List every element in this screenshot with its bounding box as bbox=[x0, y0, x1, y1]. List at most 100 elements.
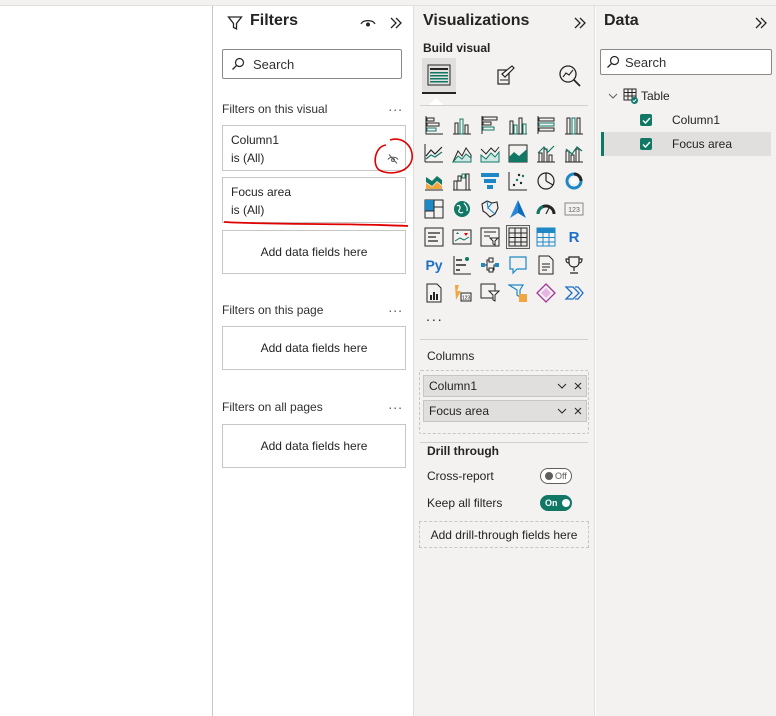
qa-visual-icon[interactable] bbox=[506, 253, 530, 277]
paginated-report-icon[interactable] bbox=[422, 281, 446, 305]
table-name: Table bbox=[641, 89, 670, 103]
visualizations-pane: Visualizations Build visual 123 R Py 123… bbox=[414, 6, 595, 716]
power-automate-flow-icon[interactable] bbox=[562, 281, 586, 305]
close-icon[interactable] bbox=[570, 382, 586, 390]
gauge-icon[interactable] bbox=[534, 197, 558, 221]
svg-text:123: 123 bbox=[462, 296, 471, 302]
100-stacked-bar-chart-icon[interactable] bbox=[534, 113, 558, 137]
goals-trophy-icon[interactable] bbox=[562, 253, 586, 277]
field-label: Column1 bbox=[672, 113, 721, 127]
add-data-fields-all-pages[interactable]: Add data fields here bbox=[222, 424, 406, 468]
checkbox-checked-icon[interactable] bbox=[640, 138, 652, 150]
key-influencers-icon[interactable] bbox=[450, 253, 474, 277]
decomposition-tree-icon[interactable] bbox=[478, 253, 502, 277]
clustered-column-chart-icon[interactable] bbox=[506, 113, 530, 137]
drill-through-label: Drill through bbox=[427, 444, 499, 458]
area-chart-icon[interactable] bbox=[450, 141, 474, 165]
toggle-knob bbox=[561, 499, 570, 507]
chevron-down-icon[interactable] bbox=[554, 383, 570, 389]
100-stacked-area-chart-icon[interactable] bbox=[506, 141, 530, 165]
line-chart-icon[interactable] bbox=[422, 141, 446, 165]
chevron-down-icon[interactable] bbox=[608, 93, 620, 99]
columns-field-well[interactable]: Column1 Focus area bbox=[419, 370, 589, 434]
card-icon[interactable]: 123 bbox=[562, 197, 586, 221]
close-icon[interactable] bbox=[570, 407, 586, 415]
line-and-clustered-column-icon[interactable] bbox=[562, 141, 586, 165]
format-brush-icon bbox=[497, 65, 515, 85]
search-icon bbox=[601, 55, 625, 69]
toggle-knob bbox=[545, 472, 553, 480]
build-tabs bbox=[414, 58, 595, 98]
filters-on-all-pages-label: Filters on all pages bbox=[222, 400, 323, 414]
toggle-state: On bbox=[545, 498, 558, 508]
chevron-down-icon[interactable] bbox=[554, 408, 570, 414]
filter-slicer-icon[interactable] bbox=[478, 281, 502, 305]
waterfall-chart-icon[interactable] bbox=[450, 169, 474, 193]
table-visual-icon[interactable] bbox=[506, 225, 530, 249]
toggle-state: Off bbox=[555, 471, 567, 481]
build-visual-tab[interactable] bbox=[422, 58, 456, 94]
py-icon-label: Py bbox=[425, 257, 442, 273]
filled-map-icon[interactable] bbox=[478, 197, 502, 221]
column-pill-column1[interactable]: Column1 bbox=[423, 375, 587, 397]
filters-on-page-more-button[interactable]: ... bbox=[388, 299, 403, 315]
column-pill-label: Focus area bbox=[429, 404, 490, 418]
metrics-visual-icon[interactable] bbox=[506, 281, 530, 305]
card-icon-label: 123 bbox=[568, 207, 580, 214]
column-pill-label: Column1 bbox=[429, 379, 478, 393]
red-annotation-marks bbox=[223, 138, 413, 227]
columns-label: Columns bbox=[427, 349, 475, 363]
report-canvas[interactable] bbox=[0, 6, 213, 716]
collapse-pane-icon[interactable] bbox=[571, 14, 589, 32]
power-automate-visual-icon[interactable]: 123 bbox=[450, 281, 474, 305]
data-search-box[interactable]: Search bbox=[600, 49, 772, 75]
clustered-bar-chart-icon[interactable] bbox=[478, 113, 502, 137]
checkbox-checked-icon[interactable] bbox=[640, 114, 652, 126]
data-title: Data bbox=[604, 12, 639, 29]
column-pill-focus-area[interactable]: Focus area bbox=[423, 400, 587, 422]
filters-on-all-pages-more-button[interactable]: ... bbox=[388, 396, 403, 412]
map-globe-icon[interactable] bbox=[450, 197, 474, 221]
azure-map-icon[interactable] bbox=[506, 197, 530, 221]
multi-row-card-icon[interactable] bbox=[422, 225, 446, 249]
stacked-area-chart-icon[interactable] bbox=[478, 141, 502, 165]
keep-all-filters-toggle[interactable]: On bbox=[540, 495, 572, 511]
scatter-chart-icon[interactable] bbox=[506, 169, 530, 193]
donut-chart-icon[interactable] bbox=[562, 169, 586, 193]
cross-report-toggle[interactable]: Off bbox=[540, 468, 572, 484]
kpi-icon[interactable] bbox=[450, 225, 474, 249]
table-node[interactable]: Table bbox=[596, 84, 776, 108]
python-visual-icon[interactable]: Py bbox=[422, 253, 446, 277]
viz-divider-3 bbox=[420, 442, 588, 443]
treemap-icon[interactable] bbox=[422, 197, 446, 221]
keep-all-filters-label: Keep all filters bbox=[427, 496, 503, 510]
format-visual-tab[interactable] bbox=[488, 58, 522, 94]
r-script-visual-icon[interactable]: R bbox=[562, 225, 586, 249]
analytics-tab[interactable] bbox=[553, 58, 587, 94]
pie-chart-icon[interactable] bbox=[534, 169, 558, 193]
filters-on-page-label: Filters on this page bbox=[222, 303, 324, 317]
build-visual-icon bbox=[427, 64, 451, 86]
stacked-bar-chart-icon[interactable] bbox=[422, 113, 446, 137]
field-row-column1[interactable]: Column1 bbox=[596, 108, 776, 132]
viz-divider bbox=[420, 105, 588, 106]
collapse-pane-icon[interactable] bbox=[752, 14, 770, 32]
line-and-stacked-column-icon[interactable] bbox=[534, 141, 558, 165]
add-data-fields-page[interactable]: Add data fields here bbox=[222, 326, 406, 370]
analytics-magnifier-icon bbox=[559, 65, 581, 87]
data-pane: Data Search Table Column1 Focus area bbox=[596, 6, 776, 716]
smart-narrative-icon[interactable] bbox=[534, 253, 558, 277]
viz-divider-2 bbox=[420, 339, 588, 340]
add-drill-through-fields[interactable]: Add drill-through fields here bbox=[419, 521, 589, 548]
100-stacked-column-chart-icon[interactable] bbox=[562, 113, 586, 137]
more-visuals-button[interactable]: ... bbox=[426, 308, 444, 324]
stacked-column-chart-icon[interactable] bbox=[450, 113, 474, 137]
cross-report-label: Cross-report bbox=[427, 469, 494, 483]
slicer-icon[interactable] bbox=[478, 225, 502, 249]
ribbon-chart-icon[interactable] bbox=[422, 169, 446, 193]
power-apps-visual-icon[interactable] bbox=[534, 281, 558, 305]
funnel-chart-icon[interactable] bbox=[478, 169, 502, 193]
matrix-icon[interactable] bbox=[534, 225, 558, 249]
field-row-focus-area[interactable]: Focus area bbox=[604, 132, 771, 156]
filters-pane: Filters Search Filters on this visual ..… bbox=[214, 6, 414, 716]
